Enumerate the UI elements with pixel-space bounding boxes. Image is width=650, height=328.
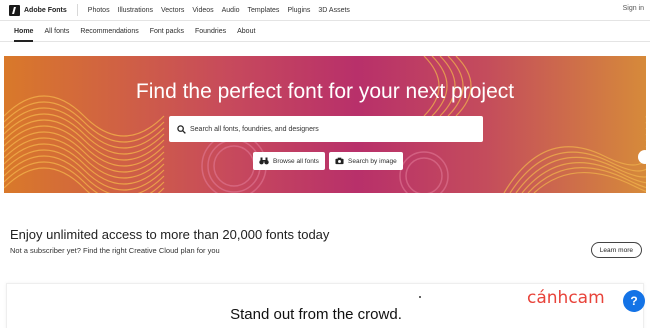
hero-title: Find the perfect font for your next proj… xyxy=(135,80,515,103)
tab-all-fonts[interactable]: All fonts xyxy=(44,28,69,35)
tab-font-packs[interactable]: Font packs xyxy=(150,28,184,35)
topnav-templates[interactable]: Templates xyxy=(248,7,280,14)
topnav-plugins[interactable]: Plugins xyxy=(287,7,310,14)
tab-recommendations[interactable]: Recommendations xyxy=(80,28,138,35)
topnav-illustrations[interactable]: Illustrations xyxy=(118,7,153,14)
tab-foundries[interactable]: Foundries xyxy=(195,28,226,35)
promo-title: Enjoy unlimited access to more than 20,0… xyxy=(10,227,330,242)
search-placeholder: Search all fonts, foundries, and designe… xyxy=(190,125,319,133)
top-nav: Photos Illustrations Vectors Videos Audi… xyxy=(88,7,350,14)
brand-name: Adobe Fonts xyxy=(24,6,67,14)
browse-all-fonts-label: Browse all fonts xyxy=(273,157,319,165)
topnav-3d-assets[interactable]: 3D Assets xyxy=(318,7,350,14)
divider xyxy=(76,4,78,16)
search-input[interactable]: Search all fonts, foundries, and designe… xyxy=(169,116,483,142)
browse-all-fonts-button[interactable]: Browse all fonts xyxy=(253,152,325,170)
adobe-logo-icon xyxy=(9,4,20,16)
topnav-audio[interactable]: Audio xyxy=(222,7,240,14)
watermark-logo: cánhcam xyxy=(527,288,605,308)
topnav-photos[interactable]: Photos xyxy=(88,7,110,14)
adobe-fonts-logo[interactable]: Adobe Fonts xyxy=(9,4,67,16)
carousel-control[interactable] xyxy=(638,150,646,164)
search-icon xyxy=(175,123,187,135)
promo-subtitle: Not a subscriber yet? Find the right Cre… xyxy=(10,246,220,255)
dot-mark xyxy=(419,296,421,298)
tab-home[interactable]: Home xyxy=(14,28,34,42)
search-by-image-button[interactable]: Search by image xyxy=(329,152,403,170)
sign-in-link[interactable]: Sign in xyxy=(623,5,644,12)
sub-nav: Home All fonts Recommendations Font pack… xyxy=(0,20,650,42)
hero-banner: Find the perfect font for your next proj… xyxy=(4,56,646,193)
top-bar: Adobe Fonts Photos Illustrations Vectors… xyxy=(0,0,650,20)
tab-about[interactable]: About xyxy=(237,28,255,35)
card-title: Stand out from the crowd. xyxy=(230,306,402,323)
binoculars-icon xyxy=(259,157,269,165)
camera-icon xyxy=(335,157,344,165)
topnav-vectors[interactable]: Vectors xyxy=(161,7,184,14)
help-icon[interactable]: ? xyxy=(623,290,645,312)
learn-more-button[interactable]: Learn more xyxy=(590,242,642,258)
topnav-videos[interactable]: Videos xyxy=(192,7,213,14)
feature-card: Stand out from the crowd. cánhcam ? xyxy=(6,283,645,328)
search-by-image-label: Search by image xyxy=(348,157,397,165)
